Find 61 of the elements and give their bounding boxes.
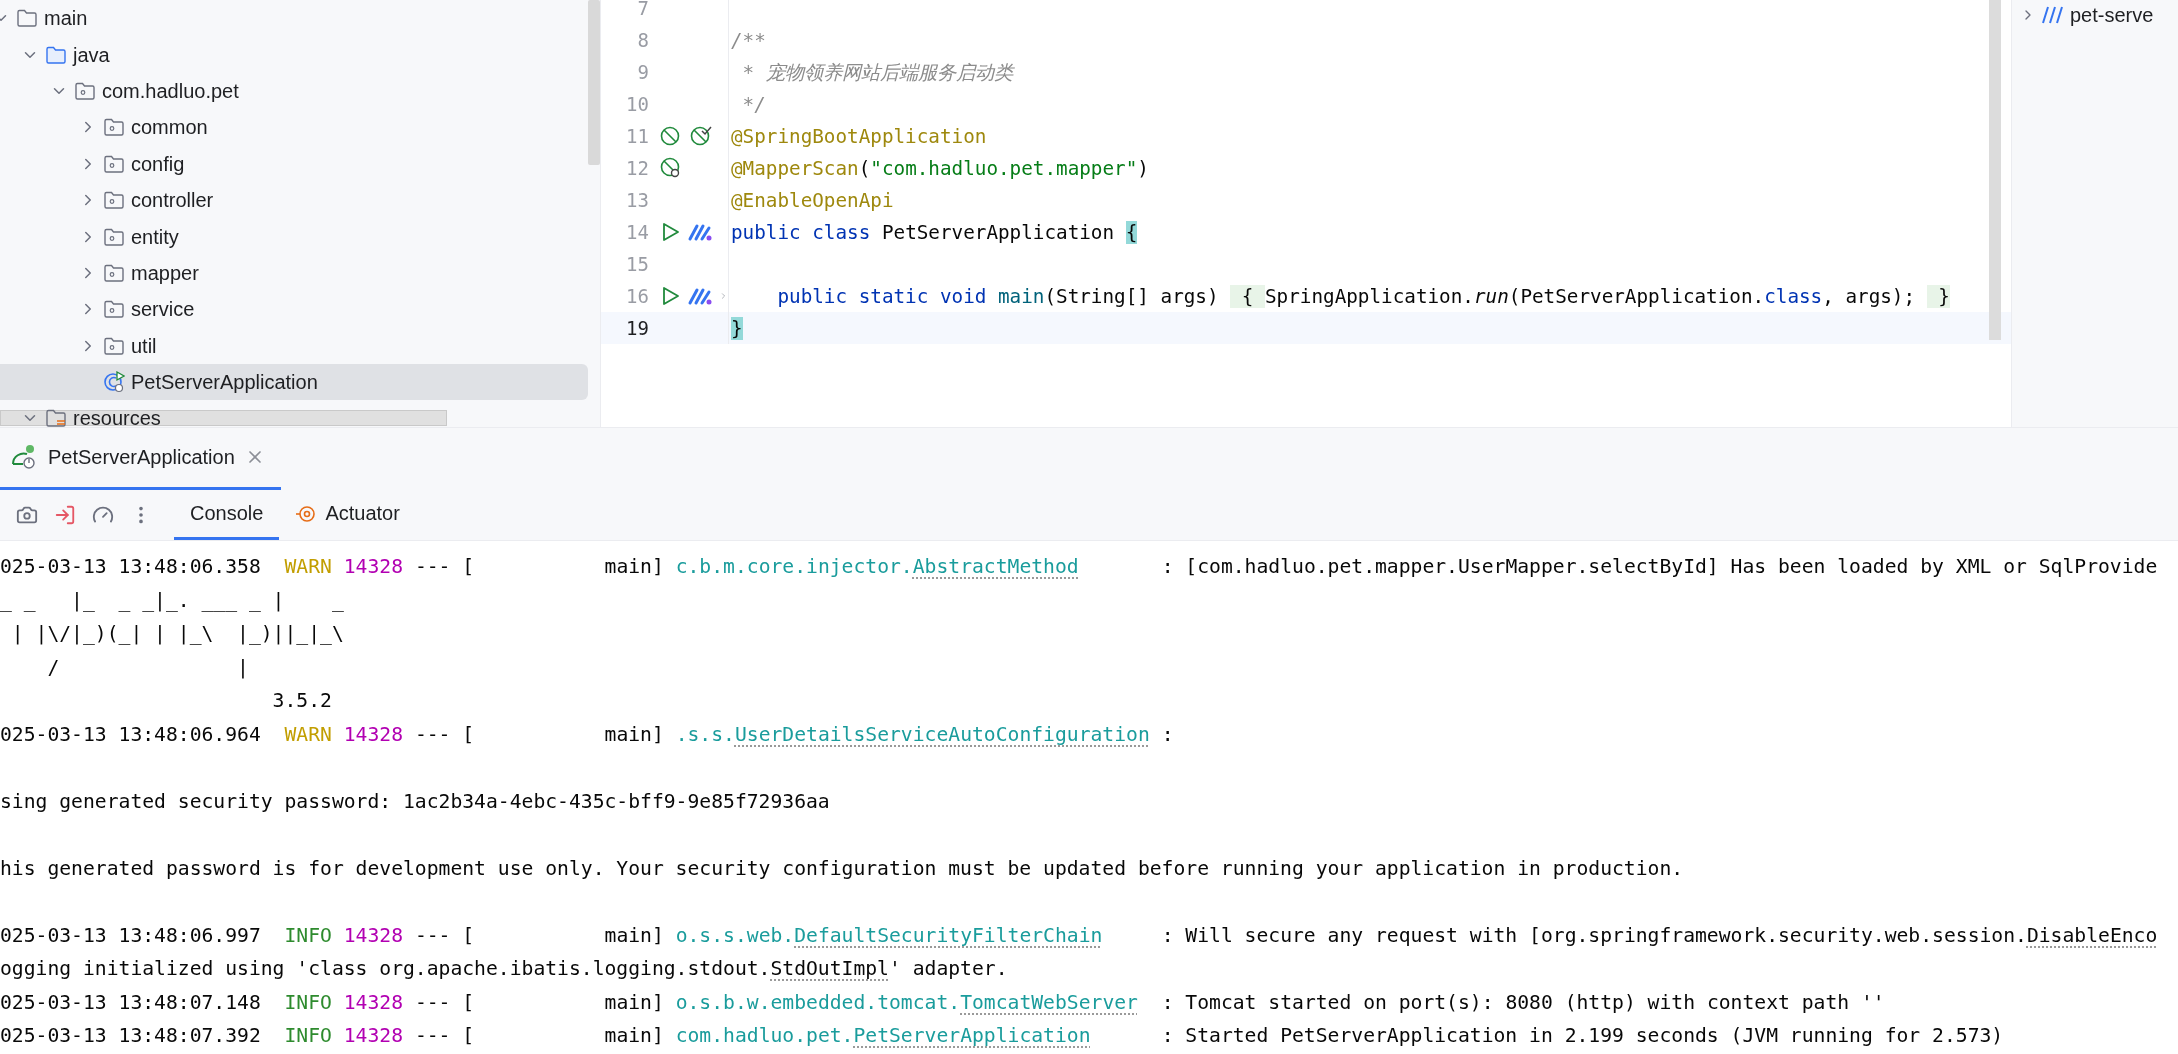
line-number: 16: [625, 285, 649, 307]
camera-icon[interactable]: [16, 504, 38, 526]
code-line: */: [741, 92, 766, 116]
scrollbar[interactable]: [1989, 0, 2001, 340]
code-line: @SpringBootApplication: [730, 124, 987, 148]
spring-run-icon: [10, 444, 38, 470]
log-line: his generated password is for development use only. Your security configuration must be updated before running your application in production.: [0, 855, 1685, 882]
code-line: @MapperScan("com.hadluo.pet.mapper"): [730, 156, 1149, 180]
mapper-icon: [687, 222, 713, 242]
line-number: 12: [625, 157, 649, 179]
log-line: | |\/|_)(_| | |_\ |_)||_|_\: [10, 621, 345, 647]
tree-item[interactable]: entity: [0, 218, 588, 255]
log-line: ogging initialized using 'class org.apache.ibatis.logging.stdout.StdOutImpl' adapter.: [0, 956, 1009, 982]
tree-item[interactable]: config: [0, 145, 588, 182]
log-line: 025-03-13 13:48:06.964 WARN 14328 --- [ main] .s.s.UserDetailsServiceAutoConfiguration :: [0, 721, 1175, 748]
code-line: public class PetServerApplication {: [730, 220, 1138, 244]
line-number: 10: [625, 93, 649, 115]
tree-item[interactable]: util: [0, 327, 588, 364]
tree-item[interactable]: PetServerApplication: [0, 363, 588, 401]
line-number: 8: [636, 29, 649, 51]
folder-icon: [16, 7, 38, 30]
tree-item[interactable]: controller: [0, 181, 588, 219]
tree-item[interactable]: service: [0, 291, 588, 328]
log-line: 025-03-13 13:48:06.997 INFO 14328 --- [ main] o.s.s.web.DefaultSecurityFilterChain : Will secure any request with [org.springframework.security.web.session.DisableEnco: [0, 922, 2159, 949]
line-number: 15: [625, 253, 649, 275]
tree-item[interactable]: mapper: [0, 254, 588, 292]
tree-item[interactable]: com.hadluo.pet: [0, 72, 588, 110]
tree-item[interactable]: pet-serve: [2012, 0, 2178, 30]
tree-item[interactable]: java: [0, 36, 588, 73]
line-number: 14: [625, 221, 649, 243]
console-tab[interactable]: Actuator: [279, 490, 416, 540]
scrollbar[interactable]: [588, 0, 600, 165]
log-line: sing generated security password: 1ac2b34a-4ebc-435c-bff9-9e85f72936aa: [0, 788, 831, 815]
line-number: 7: [636, 0, 649, 19]
log-line: _ _ |_ _ _|_. ___ _ | _: [0, 587, 345, 614]
tree-item[interactable]: main: [0, 0, 588, 37]
spring-class-icon: [103, 371, 125, 394]
code-line: @EnableOpenApi: [730, 188, 894, 212]
line-number: 19: [625, 317, 649, 339]
log-line: 025-03-13 13:48:07.148 INFO 14328 --- [ main] o.s.b.w.embedded.tomcat.TomcatWebServer : Tomcat started on port(s): 8080 (http) with context path '': [0, 989, 1886, 1016]
arrow-into-box-icon[interactable]: [54, 504, 76, 526]
package-folder-icon: [103, 298, 125, 321]
log-line: / |: [46, 654, 250, 681]
log-line: 025-03-13 13:48:07.392 INFO 14328 --- [ main] com.hadluo.pet.PetServerApplication : Started PetServerApplication in 2.199 seconds (JVM running for 2.573): [0, 1023, 2005, 1049]
log-line: 025-03-13 13:48:06.358 WARN 14328 --- [ main] c.b.m.core.injector.AbstractMethod : [com.hadluo.pet.mapper.UserMapper.selectById] Has been loaded by XML or SqlProvide: [0, 554, 2159, 580]
code-line: public static void main(String[] args) { SpringApplication.run(PetServerApplication.class, args); }: [776, 284, 1950, 308]
horizontal-scrollbar[interactable]: [0, 410, 447, 426]
code-line: /**: [730, 28, 766, 52]
spring-bean-icon: [689, 124, 713, 148]
code-line: * 宠物领养网站后端服务启动类: [741, 59, 1013, 86]
line-number: 9: [636, 61, 649, 83]
log-line: 3.5.2: [271, 688, 333, 714]
tree-item[interactable]: common: [0, 109, 588, 146]
line-number: 13: [625, 189, 649, 211]
package-folder-icon: [103, 116, 125, 139]
mapper-icon: [687, 286, 713, 306]
line-number: 11: [625, 125, 649, 147]
tree-item[interactable]: resources: [0, 400, 588, 427]
resources-folder-icon: [45, 407, 67, 427]
package-folder-icon: [103, 189, 125, 212]
module-icon: [2040, 5, 2066, 25]
